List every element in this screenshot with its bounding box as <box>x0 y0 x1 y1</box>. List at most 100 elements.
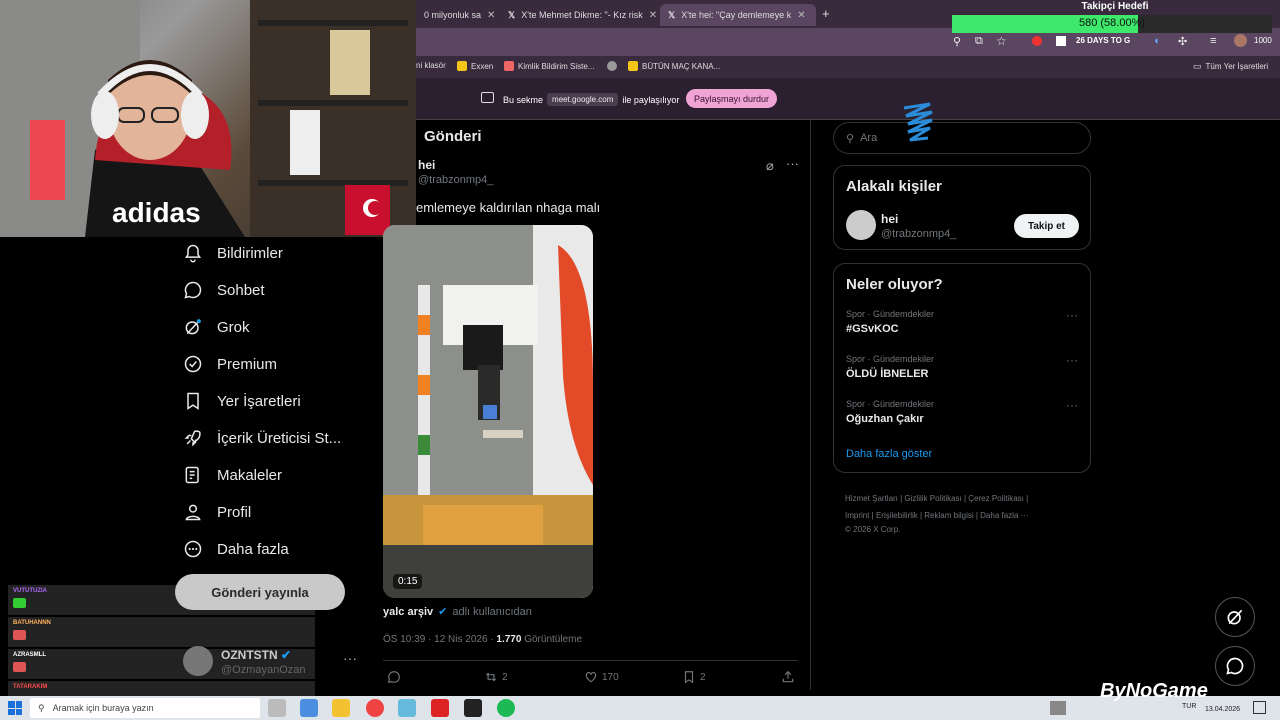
bookmark-label: BÜTÜN MAÇ KANA... <box>642 61 721 71</box>
like-count: 170 <box>602 671 619 683</box>
more-icon[interactable]: ··· <box>786 156 799 171</box>
follow-button[interactable]: Takip et <box>1014 214 1079 238</box>
menu-icon[interactable]: ≡ <box>1210 35 1216 47</box>
messages-fab[interactable] <box>1215 646 1255 686</box>
post-time[interactable]: ÖS 10:39 · 12 Nis 2026 · <box>383 634 496 645</box>
follower-goal-title: Takipçi Hedefi <box>1081 1 1149 12</box>
share-suffix: ile paylaşılıyor <box>622 94 680 105</box>
more-circle-icon <box>184 540 202 558</box>
bookmark-item[interactable]: Kimlik Bildirim Siste... <box>504 61 594 71</box>
account-switcher[interactable]: OZNTSTN ✔ @OzmayanOzan ··· <box>183 646 363 680</box>
more-icon[interactable]: ··· <box>1066 398 1078 412</box>
bookmark-button[interactable]: 2 <box>682 670 706 684</box>
nav-bookmarks[interactable]: Yer İşaretleri <box>183 386 301 416</box>
nav-grok[interactable]: Grok <box>183 312 250 342</box>
grok-icon <box>185 319 201 335</box>
bookmark-item[interactable]: BÜTÜN MAÇ KANA... <box>628 61 720 71</box>
like-button[interactable]: 170 <box>584 670 619 684</box>
show-more-link[interactable]: Daha fazla göster <box>846 448 932 460</box>
nav-more[interactable]: Daha fazla <box>183 534 289 564</box>
bookmark-item[interactable]: ni klasör <box>416 61 446 70</box>
trend-name[interactable]: Oğuzhan Çakır <box>846 413 924 425</box>
cast-icon[interactable]: ⧉ <box>975 35 983 48</box>
more-icon[interactable]: ··· <box>1066 353 1078 367</box>
nav-profile[interactable]: Profil <box>183 497 251 527</box>
profile-name: OZNTSTN ✔ <box>221 648 291 662</box>
search-input[interactable]: ⚲ Ara <box>833 122 1091 154</box>
nav-creator-studio[interactable]: İçerik Üreticisi St... <box>183 423 341 453</box>
file-explorer-icon[interactable] <box>332 699 350 717</box>
close-icon[interactable]: ✕ <box>487 10 495 21</box>
repost-icon <box>485 672 497 682</box>
trend-category: Spor · Gündemdekiler <box>846 399 935 409</box>
footer-links[interactable]: Imprint | Erişilebilirlik | Reklam bilgi… <box>845 507 1075 524</box>
avatar[interactable] <box>846 210 876 240</box>
heart-icon <box>585 672 597 683</box>
clock-date[interactable]: 13.04.2026 <box>1205 706 1240 713</box>
emote-icon <box>13 662 26 672</box>
grok-fab[interactable] <box>1215 597 1255 637</box>
author-handle[interactable]: @trabzonmp4_ <box>418 174 493 186</box>
avatar[interactable] <box>1234 34 1247 47</box>
bookmark-label: Kimlik Bildirim Siste... <box>518 61 595 71</box>
nav-articles[interactable]: Makaleler <box>183 460 282 490</box>
close-icon[interactable]: ✕ <box>797 10 805 21</box>
post-button[interactable]: Gönderi yayınla <box>175 574 345 610</box>
footer-links[interactable]: Hizmet Şartları | Gizlilik Politikası | … <box>845 490 1075 507</box>
trend-name[interactable]: ÖLDÜ İBNELER <box>846 368 929 380</box>
nav-label: Yer İşaretleri <box>217 392 301 410</box>
trend-category: Spor · Gündemdekiler <box>846 354 935 364</box>
more-icon[interactable]: ··· <box>1066 308 1078 322</box>
browser-tab-active[interactable]: 𝕏 X'te hei: "Çay demlemeye k ✕ <box>660 4 816 26</box>
nav-notifications[interactable]: Bildirimler <box>183 238 283 268</box>
nav-premium[interactable]: Premium <box>183 349 277 379</box>
task-view-icon[interactable] <box>268 699 286 717</box>
chrome-icon[interactable] <box>366 699 384 717</box>
related-name[interactable]: hei <box>881 212 898 226</box>
bookmark-item[interactable] <box>607 61 617 71</box>
search-icon[interactable]: ⚲ <box>953 35 961 48</box>
related-handle: @trabzonmp4_ <box>881 228 957 240</box>
stop-sharing-button[interactable]: Paylaşmayı durdur <box>686 89 778 108</box>
extension-icon[interactable]: ◖ <box>1153 35 1160 47</box>
sidebar-footer: Hizmet Şartları | Gizlilik Politikası | … <box>845 490 1075 536</box>
reply-button[interactable] <box>387 670 405 684</box>
more-icon[interactable]: ··· <box>343 650 357 666</box>
close-icon[interactable]: ✕ <box>649 10 657 21</box>
article-icon <box>185 466 199 484</box>
nav-label: Sohbet <box>217 281 265 299</box>
spotify-icon[interactable] <box>497 699 515 717</box>
jp-icon <box>628 61 638 71</box>
new-tab-button[interactable]: + <box>822 6 830 21</box>
repost-button[interactable]: 2 <box>484 670 508 684</box>
share-button[interactable] <box>781 670 795 684</box>
nav-chat[interactable]: Sohbet <box>183 275 265 305</box>
browser-tab[interactable]: 0 milyonluk sa ✕ <box>416 4 500 26</box>
extension-icon[interactable] <box>1032 36 1042 46</box>
trend-name[interactable]: #GSvKOC <box>846 323 899 335</box>
app-icon[interactable] <box>431 699 449 717</box>
nav-label: Profil <box>217 503 252 521</box>
all-bookmarks[interactable]: ▭ Tüm Yer İşaretleri <box>1193 61 1268 72</box>
browser-tab[interactable]: 𝕏 X'te Mehmet Dikme: "- Kız risk ✕ <box>500 4 660 26</box>
app-icon[interactable] <box>398 699 416 717</box>
share-info: Bu sekme meet.google.com ile paylaşılıyo… <box>503 93 679 106</box>
bookmark-item[interactable]: Exxen <box>457 61 493 71</box>
post-video[interactable]: 0:15 <box>383 225 593 598</box>
star-icon[interactable]: ☆ <box>996 34 1007 48</box>
puzzle-icon[interactable]: ✣ <box>1178 35 1187 48</box>
search-icon: ⚲ <box>846 132 855 145</box>
app-icon[interactable] <box>464 699 482 717</box>
windows-start-icon[interactable] <box>8 701 22 715</box>
notification-icon[interactable] <box>1253 701 1266 714</box>
exxen-icon <box>457 61 467 71</box>
taskbar-search[interactable]: ⚲ Aramak için buraya yazın <box>30 698 260 718</box>
grok-icon[interactable]: ⌀ <box>766 158 774 174</box>
extension-badge[interactable]: 26 DAYS TO G <box>1076 36 1130 45</box>
keyboard-language[interactable]: TUR <box>1182 703 1196 710</box>
extension-icon[interactable] <box>1056 36 1066 46</box>
tray-icon[interactable] <box>1050 701 1066 715</box>
source-user[interactable]: yalc arşiv <box>383 606 433 618</box>
author-name[interactable]: hei <box>418 158 435 172</box>
widgets-icon[interactable] <box>300 699 318 717</box>
